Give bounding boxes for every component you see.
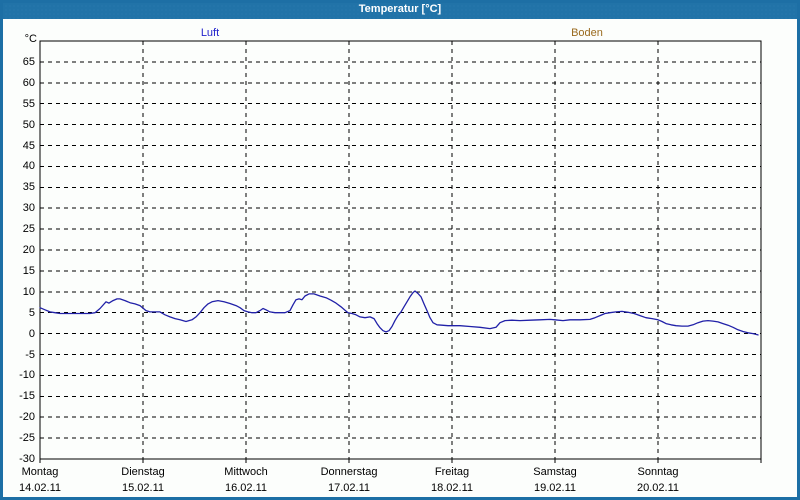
y-axis-label: 5 xyxy=(28,306,35,319)
y-axis-label: 0 xyxy=(28,327,35,340)
y-axis-label: -30 xyxy=(19,453,35,465)
x-axis-date-label: 14.02.11 xyxy=(18,482,61,494)
y-axis-label: -15 xyxy=(19,390,35,403)
y-axis-label: 45 xyxy=(22,139,35,152)
x-axis-day-label: Sonntag xyxy=(637,466,679,478)
x-axis-day-label: Mittwoch xyxy=(224,466,268,478)
y-axis-label: 60 xyxy=(22,76,35,89)
x-axis-date-label: 20.02.11 xyxy=(636,482,679,494)
y-axis-label: 65 xyxy=(22,55,35,68)
y-axis-label: 25 xyxy=(22,223,35,236)
x-axis-date-label: 16.02.11 xyxy=(224,482,267,494)
y-axis-label: 50 xyxy=(22,118,35,131)
y-axis-label: -20 xyxy=(19,411,35,424)
x-axis-day-label: Dienstag xyxy=(121,466,165,478)
y-axis-label: 35 xyxy=(22,181,35,194)
window-title-bar: Temperatur [°C] xyxy=(0,0,800,19)
y-axis-label: 20 xyxy=(22,244,35,256)
x-axis-date-label: 18.02.11 xyxy=(430,482,473,494)
x-axis-date-label: 15.02.11 xyxy=(121,482,164,494)
x-axis-date-label: 19.02.11 xyxy=(533,482,576,494)
x-axis-day-label: Montag xyxy=(21,466,59,478)
temperature-line-chart: 65 60 55 50 45 40 35 30 25 20 15 10 5 0 -5 -10 -15 -20 -25… xyxy=(0,0,800,500)
y-axis-label: 55 xyxy=(22,97,35,110)
y-axis-label: 15 xyxy=(22,264,35,277)
y-axis-label: 30 xyxy=(22,202,35,215)
y-axis-label: -25 xyxy=(19,432,35,445)
y-axis-label: 40 xyxy=(22,160,35,173)
y-axis-label: -10 xyxy=(19,369,35,382)
y-axis-label: 10 xyxy=(22,285,35,298)
chart-plot-area xyxy=(39,40,762,463)
legend-item-luft: Luft xyxy=(200,27,220,39)
legend-item-boden: Boden xyxy=(571,27,603,39)
temperature-chart-window: Temperatur [°C] Luft Boden °C 65 60 55 50 45… xyxy=(0,0,800,500)
y-axis-unit-label: °C xyxy=(24,33,37,45)
y-axis-label: -5 xyxy=(25,348,35,361)
x-axis-day-label: Samstag xyxy=(533,466,577,478)
x-axis-date-label: 17.02.11 xyxy=(327,482,370,494)
x-axis-day-label: Donnerstag xyxy=(320,466,378,478)
x-axis-day-label: Freitag xyxy=(434,466,470,478)
